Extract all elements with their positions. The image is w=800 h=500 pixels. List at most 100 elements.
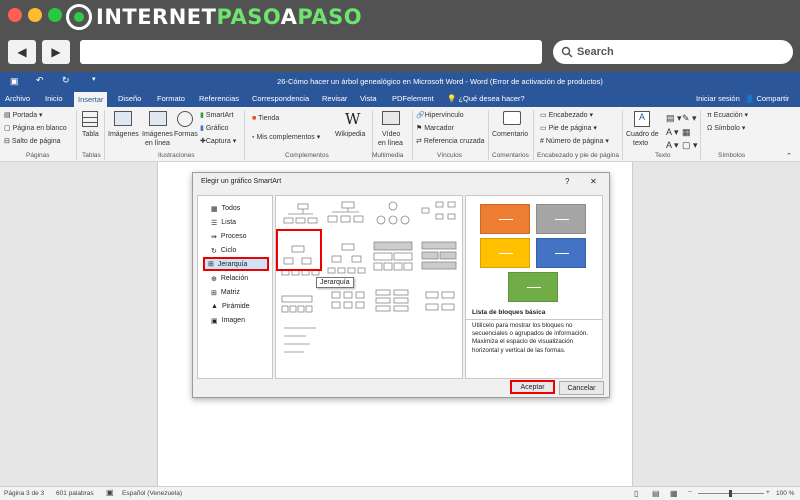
back-button[interactable]: ◀ (8, 40, 36, 64)
equation-button[interactable]: π Ecuación ▾ (707, 111, 748, 119)
tab-revisar[interactable]: Revisar (322, 94, 347, 103)
quick-parts-icon[interactable]: ▤ ▾ (666, 113, 682, 124)
category-item-ciclo[interactable]: ↻ Ciclo (208, 244, 236, 257)
save-icon[interactable]: ▣ (10, 76, 19, 87)
layout-thumb-lined-list (284, 327, 316, 353)
zoom-in-icon[interactable]: + (766, 489, 770, 496)
tab-vista[interactable]: Vista (360, 94, 377, 103)
online-images-label-1[interactable]: Imágenes (142, 131, 173, 138)
shapes-icon[interactable] (177, 111, 193, 127)
close-button[interactable]: ✕ (590, 177, 597, 186)
video-icon[interactable] (382, 111, 400, 125)
page-break-button[interactable]: ⊟ Salto de página (4, 137, 60, 145)
shapes-button[interactable]: Formas (174, 131, 198, 138)
online-images-label-2[interactable]: en línea (145, 140, 170, 147)
undo-icon[interactable]: ↶ (36, 75, 44, 86)
signin-link[interactable]: Iniciar sesión (696, 94, 740, 103)
tab-archivo[interactable]: Archivo (5, 94, 30, 103)
address-bar[interactable] (80, 40, 542, 64)
table-icon[interactable] (82, 111, 98, 127)
category-label: Lista (221, 219, 237, 226)
forward-button[interactable]: ▶ (42, 40, 70, 64)
wikipedia-icon[interactable]: W (345, 110, 360, 128)
video-label-2[interactable]: en línea (378, 140, 403, 147)
my-addins-button[interactable]: ▪ Mis complementos ▾ (252, 133, 320, 141)
share-button[interactable]: 👤 Compartir (745, 94, 789, 103)
symbol-button[interactable]: Ω Símbolo ▾ (707, 124, 745, 132)
maximize-window-button[interactable] (48, 8, 62, 22)
category-item-lista[interactable]: ☰ Lista (208, 216, 236, 229)
category-item-matriz[interactable]: ⊞ Matriz (208, 286, 240, 299)
category-item-piramide[interactable]: ▲ Pirámide (208, 300, 250, 313)
bookmark-button[interactable]: ⚑ Marcador (416, 124, 454, 132)
tab-correspondencia[interactable]: Correspondencia (252, 94, 309, 103)
logo-text-paso: PASO (216, 5, 281, 29)
proofing-icon[interactable]: ▣ (106, 488, 114, 497)
textbox-label-2[interactable]: texto (633, 140, 648, 147)
chart-button[interactable]: ▮ Gráfico (200, 124, 228, 132)
tab-formato[interactable]: Formato (157, 94, 185, 103)
textbox-icon[interactable]: A (634, 111, 650, 127)
tab-insertar[interactable]: Insertar (74, 92, 108, 107)
tell-me-box[interactable]: 💡 ¿Qué desea hacer? (447, 94, 525, 103)
table-button[interactable]: Tabla (82, 131, 99, 138)
portada-button[interactable]: ▤ Portada ▾ (4, 111, 43, 119)
tab-diseno[interactable]: Diseño (118, 94, 141, 103)
page-count[interactable]: Página 3 de 3 (4, 490, 44, 497)
category-item-imagen[interactable]: ▣ Imagen (208, 314, 245, 327)
minimize-window-button[interactable] (28, 8, 42, 22)
smartart-button[interactable]: ▮ SmartArt (200, 111, 233, 119)
print-layout-icon[interactable]: ▤ (652, 489, 660, 498)
page-number-button[interactable]: # Número de página ▾ (540, 137, 609, 145)
selected-layout-highlight[interactable] (276, 229, 322, 271)
textbox-label-1[interactable]: Cuadro de (626, 131, 659, 138)
close-window-button[interactable] (8, 8, 22, 22)
tab-pdfelement[interactable]: PDFelement (392, 94, 434, 103)
redo-icon[interactable]: ↻ (62, 75, 70, 86)
collapse-ribbon-icon[interactable]: ⌃ (786, 152, 792, 160)
cancel-button[interactable]: Cancelar (559, 381, 604, 395)
video-label-1[interactable]: Vídeo (382, 131, 400, 138)
group-label-multimedia: Multimedia (372, 152, 404, 159)
omega-icon: Ω (707, 125, 713, 132)
zoom-level[interactable]: 100 % (776, 490, 794, 497)
footer-button[interactable]: ▭ Pie de página ▾ (540, 124, 597, 132)
image-icon[interactable] (114, 111, 132, 126)
footer-label: Pie de página (548, 125, 592, 132)
tab-inicio[interactable]: Inicio (45, 94, 63, 103)
hyperlink-button[interactable]: 🔗Hipervínculo (416, 111, 464, 119)
wordart-icon[interactable]: A ▾ (666, 127, 679, 138)
hyperlink-label: Hipervínculo (424, 112, 464, 119)
search-box[interactable]: Search (553, 40, 793, 64)
wikipedia-button[interactable]: Wikipedia (335, 131, 365, 138)
cross-reference-button[interactable]: ⇄ Referencia cruzada (416, 137, 485, 145)
category-item-proceso[interactable]: ⇛ Proceso (208, 230, 247, 243)
zoom-slider-thumb[interactable] (729, 490, 732, 497)
category-item-jerarquia[interactable]: ⊞ Jerarquía (203, 257, 269, 271)
screenshot-button[interactable]: ✚Captura ▾ (200, 137, 236, 145)
blank-page-button[interactable]: ▢ Página en blanco (4, 124, 67, 132)
comment-button[interactable]: Comentario (492, 131, 528, 138)
web-layout-icon[interactable]: ▦ (670, 489, 678, 498)
category-item-relacion[interactable]: ⊕ Relación (208, 272, 248, 285)
date-icon[interactable]: ▦ (682, 127, 691, 138)
help-button[interactable]: ? (565, 177, 569, 186)
comment-icon[interactable] (503, 111, 521, 125)
online-image-icon[interactable] (149, 111, 167, 126)
tab-referencias[interactable]: Referencias (199, 94, 239, 103)
accept-button[interactable]: Aceptar (510, 380, 555, 394)
category-item-todos[interactable]: ▦ Todos (208, 202, 240, 215)
preview-block-orange (480, 204, 530, 234)
dropcap-icon[interactable]: A ▾ (666, 140, 679, 151)
header-button[interactable]: ▭ Encabezado ▾ (540, 111, 593, 119)
language[interactable]: Español (Venezuela) (122, 490, 182, 497)
zoom-out-icon[interactable]: − (688, 489, 692, 496)
signature-icon[interactable]: ✎ ▾ (682, 113, 697, 124)
images-button[interactable]: Imágenes (108, 131, 139, 138)
layout-thumb-architecture (421, 241, 457, 270)
store-button[interactable]: ■ Tienda (252, 115, 279, 122)
quick-access-dropdown-icon[interactable]: ▾ (92, 75, 96, 83)
word-count[interactable]: 601 palabras (56, 490, 94, 497)
read-mode-icon[interactable]: ▯ (634, 489, 638, 498)
object-icon[interactable]: ▢ ▾ (682, 140, 698, 151)
